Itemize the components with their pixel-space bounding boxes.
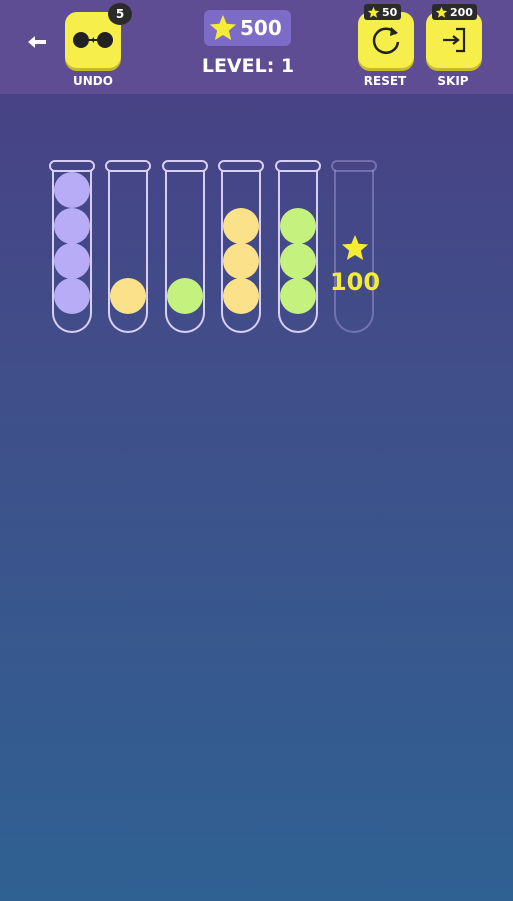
- ball-green: [280, 208, 316, 244]
- tube[interactable]: [162, 160, 208, 334]
- undo-icon: [73, 32, 113, 48]
- undo-label: UNDO: [73, 74, 113, 88]
- bonus-tube-star: [340, 233, 370, 267]
- star-icon: [209, 14, 237, 40]
- ball-yellow: [110, 278, 146, 314]
- star-icon: [367, 6, 380, 18]
- ball-purple: [54, 172, 90, 208]
- stars-counter: 500: [204, 10, 291, 46]
- ball-yellow: [223, 278, 259, 314]
- tube[interactable]: [218, 160, 264, 334]
- skip-label: SKIP: [437, 74, 469, 88]
- ball-yellow: [223, 243, 259, 279]
- stars-value: 500: [240, 16, 282, 40]
- ball-purple: [54, 208, 90, 244]
- skip-button[interactable]: [426, 12, 482, 68]
- reset-button[interactable]: [358, 12, 414, 68]
- unlock-cost-label: 100: [329, 268, 381, 296]
- top-bar: 5 UNDO 500 LEVEL: 1 50 RESET 200 SKIP: [0, 0, 513, 94]
- ball-green: [280, 243, 316, 279]
- reset-cost-badge: 50: [364, 4, 402, 20]
- arrow-left-icon: [28, 36, 46, 48]
- star-icon: [435, 6, 448, 18]
- skip-cost-value: 200: [450, 5, 473, 19]
- tube[interactable]: [105, 160, 151, 334]
- tube[interactable]: [275, 160, 321, 334]
- level-label: LEVEL: 1: [201, 55, 295, 77]
- ball-yellow: [223, 208, 259, 244]
- ball-purple: [54, 278, 90, 314]
- reset-icon: [372, 27, 400, 54]
- reset-label: RESET: [363, 74, 407, 88]
- ball-green: [167, 278, 203, 314]
- back-button[interactable]: [24, 30, 50, 54]
- skip-icon: [443, 27, 466, 53]
- skip-cost-badge: 200: [432, 4, 477, 20]
- ball-green: [280, 278, 316, 314]
- reset-cost-value: 50: [382, 5, 398, 19]
- ball-purple: [54, 243, 90, 279]
- star-icon: [341, 234, 369, 260]
- tube[interactable]: [49, 160, 95, 334]
- undo-count-badge: 5: [108, 3, 132, 25]
